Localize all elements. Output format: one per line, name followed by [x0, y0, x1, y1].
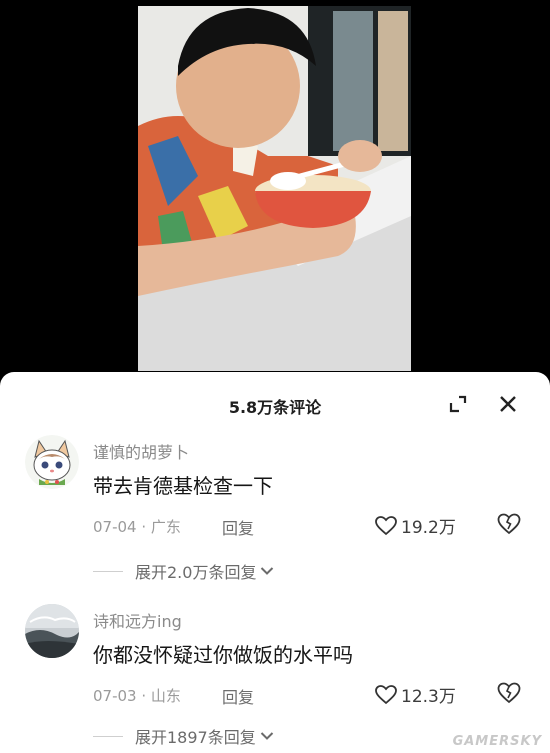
like-button[interactable]: 19.2万 [375, 513, 456, 538]
comment-username[interactable]: 诗和远方ing [93, 608, 182, 632]
chevron-down-icon [260, 732, 273, 740]
comment-meta: 07-04 · 广东 [93, 518, 181, 536]
comment-meta: 07-03 · 山东 [93, 687, 181, 705]
like-count: 12.3万 [401, 687, 456, 707]
comment-text: 带去肯德基检查一下 [93, 474, 273, 498]
divider-line [93, 735, 123, 737]
watermark: GAMERSKY [452, 734, 542, 749]
reply-button[interactable]: 回复 [222, 515, 254, 539]
divider-line [93, 570, 123, 572]
expand-replies-label: 展开1897条回复 [135, 728, 256, 747]
heart-icon [375, 515, 397, 535]
close-button[interactable] [494, 390, 522, 418]
chevron-down-icon [261, 567, 274, 575]
broken-heart-icon [497, 682, 521, 704]
close-icon [500, 396, 516, 412]
reply-button[interactable]: 回复 [222, 684, 254, 708]
dislike-button[interactable] [497, 682, 521, 706]
like-button[interactable]: 12.3万 [375, 682, 456, 707]
like-count: 19.2万 [401, 518, 456, 538]
expand-replies-label: 展开2.0万条回复 [135, 563, 257, 582]
sheet-header: 5.8万条评论 [0, 372, 550, 434]
avatar[interactable] [25, 604, 79, 658]
expand-button[interactable] [444, 390, 472, 418]
dislike-button[interactable] [497, 513, 521, 537]
expand-replies-button[interactable]: 展开2.0万条回复 [93, 559, 274, 583]
comment-username[interactable]: 谨慎的胡萝卜 [93, 439, 189, 463]
expand-replies-button[interactable]: 展开1897条回复 [93, 724, 274, 748]
comment-text: 你都没怀疑过你做饭的水平吗 [93, 643, 353, 667]
video-frame [138, 6, 411, 371]
broken-heart-icon [497, 513, 521, 535]
expand-icon [449, 395, 467, 413]
avatar[interactable] [25, 435, 79, 489]
video-player[interactable] [0, 0, 550, 375]
comments-sheet: 5.8万条评论 谨慎的胡萝卜 带去肯德基检查一下 07-04 · 广东 回复 1… [0, 372, 550, 753]
heart-icon [375, 684, 397, 704]
